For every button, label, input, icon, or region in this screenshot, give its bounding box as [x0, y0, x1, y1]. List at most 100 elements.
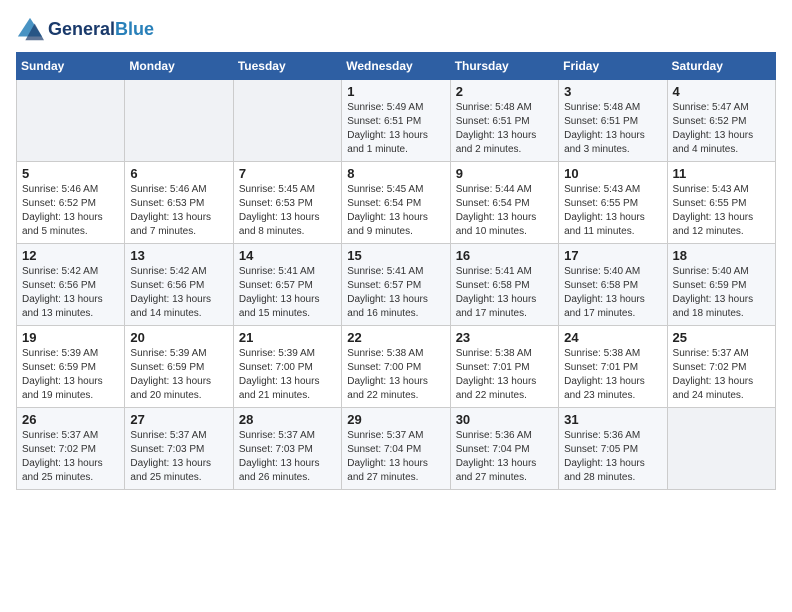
cell-info: Sunrise: 5:38 AM Sunset: 7:01 PM Dayligh… [456, 347, 553, 403]
weekday-header-saturday: Saturday [667, 53, 775, 80]
logo: GeneralBlue [16, 16, 154, 44]
weekday-header-monday: Monday [125, 53, 233, 80]
day-number: 5 [22, 166, 119, 181]
day-number: 28 [239, 412, 336, 427]
calendar-cell: 18 Sunrise: 5:40 AM Sunset: 6:59 PM Dayli… [667, 244, 775, 326]
cell-info: Sunrise: 5:37 AM Sunset: 7:02 PM Dayligh… [22, 429, 119, 485]
cell-info: Sunrise: 5:39 AM Sunset: 6:59 PM Dayligh… [22, 347, 119, 403]
weekday-header-tuesday: Tuesday [233, 53, 341, 80]
day-number: 26 [22, 412, 119, 427]
calendar-cell: 29 Sunrise: 5:37 AM Sunset: 7:04 PM Dayli… [342, 408, 450, 490]
calendar-cell: 10Sunrise: 5:43 AM Sunset: 6:55 PM Dayli… [559, 162, 667, 244]
calendar-cell: 5 Sunrise: 5:46 AM Sunset: 6:52 PM Daylig… [17, 162, 125, 244]
calendar-cell: 30Sunrise: 5:36 AM Sunset: 7:04 PM Dayli… [450, 408, 558, 490]
calendar-cell [233, 80, 341, 162]
cell-info: Sunrise: 5:43 AM Sunset: 6:55 PM Dayligh… [673, 183, 770, 239]
cell-info: Sunrise: 5:42 AM Sunset: 6:56 PM Dayligh… [22, 265, 119, 321]
day-number: 31 [564, 412, 661, 427]
day-number: 14 [239, 248, 336, 263]
cell-info: Sunrise: 5:46 AM Sunset: 6:53 PM Dayligh… [130, 183, 227, 239]
calendar-cell: 28 Sunrise: 5:37 AM Sunset: 7:03 PM Dayli… [233, 408, 341, 490]
cell-info: Sunrise: 5:37 AM Sunset: 7:02 PM Dayligh… [673, 347, 770, 403]
calendar-cell: 26 Sunrise: 5:37 AM Sunset: 7:02 PM Dayli… [17, 408, 125, 490]
day-number: 10 [564, 166, 661, 181]
page-header: GeneralBlue [16, 16, 776, 44]
calendar-cell: 14Sunrise: 5:41 AM Sunset: 6:57 PM Dayli… [233, 244, 341, 326]
cell-info: Sunrise: 5:41 AM Sunset: 6:57 PM Dayligh… [347, 265, 444, 321]
day-number: 12 [22, 248, 119, 263]
day-number: 6 [130, 166, 227, 181]
calendar-cell: 9 Sunrise: 5:44 AM Sunset: 6:54 PM Daylig… [450, 162, 558, 244]
calendar-week-1: 1 Sunrise: 5:49 AM Sunset: 6:51 PM Daylig… [17, 80, 776, 162]
cell-info: Sunrise: 5:47 AM Sunset: 6:52 PM Dayligh… [673, 101, 770, 157]
cell-info: Sunrise: 5:42 AM Sunset: 6:56 PM Dayligh… [130, 265, 227, 321]
calendar-cell: 23 Sunrise: 5:38 AM Sunset: 7:01 PM Dayli… [450, 326, 558, 408]
day-number: 20 [130, 330, 227, 345]
weekday-header-sunday: Sunday [17, 53, 125, 80]
calendar-cell: 24 Sunrise: 5:38 AM Sunset: 7:01 PM Dayli… [559, 326, 667, 408]
day-number: 8 [347, 166, 444, 181]
calendar-cell: 17 Sunrise: 5:40 AM Sunset: 6:58 PM Dayli… [559, 244, 667, 326]
cell-info: Sunrise: 5:44 AM Sunset: 6:54 PM Dayligh… [456, 183, 553, 239]
calendar-cell: 21 Sunrise: 5:39 AM Sunset: 7:00 PM Dayli… [233, 326, 341, 408]
calendar-week-3: 12 Sunrise: 5:42 AM Sunset: 6:56 PM Dayli… [17, 244, 776, 326]
weekday-header-wednesday: Wednesday [342, 53, 450, 80]
calendar-cell: 6 Sunrise: 5:46 AM Sunset: 6:53 PM Daylig… [125, 162, 233, 244]
cell-info: Sunrise: 5:38 AM Sunset: 7:01 PM Dayligh… [564, 347, 661, 403]
cell-info: Sunrise: 5:45 AM Sunset: 6:54 PM Dayligh… [347, 183, 444, 239]
weekday-header-thursday: Thursday [450, 53, 558, 80]
day-number: 30 [456, 412, 553, 427]
calendar-cell: 1 Sunrise: 5:49 AM Sunset: 6:51 PM Daylig… [342, 80, 450, 162]
cell-info: Sunrise: 5:38 AM Sunset: 7:00 PM Dayligh… [347, 347, 444, 403]
cell-info: Sunrise: 5:40 AM Sunset: 6:58 PM Dayligh… [564, 265, 661, 321]
calendar-week-5: 26 Sunrise: 5:37 AM Sunset: 7:02 PM Dayli… [17, 408, 776, 490]
cell-info: Sunrise: 5:45 AM Sunset: 6:53 PM Dayligh… [239, 183, 336, 239]
cell-info: Sunrise: 5:40 AM Sunset: 6:59 PM Dayligh… [673, 265, 770, 321]
calendar-cell: 20 Sunrise: 5:39 AM Sunset: 6:59 PM Dayli… [125, 326, 233, 408]
cell-info: Sunrise: 5:39 AM Sunset: 7:00 PM Dayligh… [239, 347, 336, 403]
cell-info: Sunrise: 5:49 AM Sunset: 6:51 PM Dayligh… [347, 101, 444, 157]
weekday-header-row: SundayMondayTuesdayWednesdayThursdayFrid… [17, 53, 776, 80]
cell-info: Sunrise: 5:46 AM Sunset: 6:52 PM Dayligh… [22, 183, 119, 239]
day-number: 18 [673, 248, 770, 263]
day-number: 29 [347, 412, 444, 427]
cell-info: Sunrise: 5:39 AM Sunset: 6:59 PM Dayligh… [130, 347, 227, 403]
day-number: 13 [130, 248, 227, 263]
calendar-cell: 2 Sunrise: 5:48 AM Sunset: 6:51 PM Daylig… [450, 80, 558, 162]
day-number: 3 [564, 84, 661, 99]
calendar-cell: 12 Sunrise: 5:42 AM Sunset: 6:56 PM Dayli… [17, 244, 125, 326]
day-number: 15 [347, 248, 444, 263]
day-number: 23 [456, 330, 553, 345]
day-number: 11 [673, 166, 770, 181]
calendar-week-2: 5 Sunrise: 5:46 AM Sunset: 6:52 PM Daylig… [17, 162, 776, 244]
day-number: 17 [564, 248, 661, 263]
day-number: 7 [239, 166, 336, 181]
day-number: 27 [130, 412, 227, 427]
cell-info: Sunrise: 5:48 AM Sunset: 6:51 PM Dayligh… [456, 101, 553, 157]
calendar-cell: 15 Sunrise: 5:41 AM Sunset: 6:57 PM Dayli… [342, 244, 450, 326]
calendar-cell [17, 80, 125, 162]
cell-info: Sunrise: 5:37 AM Sunset: 7:03 PM Dayligh… [239, 429, 336, 485]
calendar-cell: 13 Sunrise: 5:42 AM Sunset: 6:56 PM Dayli… [125, 244, 233, 326]
calendar-cell [125, 80, 233, 162]
cell-info: Sunrise: 5:37 AM Sunset: 7:04 PM Dayligh… [347, 429, 444, 485]
day-number: 4 [673, 84, 770, 99]
day-number: 24 [564, 330, 661, 345]
calendar-cell: 8 Sunrise: 5:45 AM Sunset: 6:54 PM Daylig… [342, 162, 450, 244]
logo-icon [16, 16, 44, 44]
calendar-week-4: 19Sunrise: 5:39 AM Sunset: 6:59 PM Dayli… [17, 326, 776, 408]
cell-info: Sunrise: 5:37 AM Sunset: 7:03 PM Dayligh… [130, 429, 227, 485]
weekday-header-friday: Friday [559, 53, 667, 80]
day-number: 1 [347, 84, 444, 99]
calendar-cell: 27 Sunrise: 5:37 AM Sunset: 7:03 PM Dayli… [125, 408, 233, 490]
calendar-cell: 11 Sunrise: 5:43 AM Sunset: 6:55 PM Dayli… [667, 162, 775, 244]
day-number: 21 [239, 330, 336, 345]
day-number: 2 [456, 84, 553, 99]
cell-info: Sunrise: 5:36 AM Sunset: 7:05 PM Dayligh… [564, 429, 661, 485]
calendar-cell: 25Sunrise: 5:37 AM Sunset: 7:02 PM Dayli… [667, 326, 775, 408]
calendar-cell: 7 Sunrise: 5:45 AM Sunset: 6:53 PM Daylig… [233, 162, 341, 244]
day-number: 9 [456, 166, 553, 181]
calendar-cell: 3Sunrise: 5:48 AM Sunset: 6:51 PM Daylig… [559, 80, 667, 162]
calendar-cell: 19Sunrise: 5:39 AM Sunset: 6:59 PM Dayli… [17, 326, 125, 408]
calendar-table: SundayMondayTuesdayWednesdayThursdayFrid… [16, 52, 776, 490]
